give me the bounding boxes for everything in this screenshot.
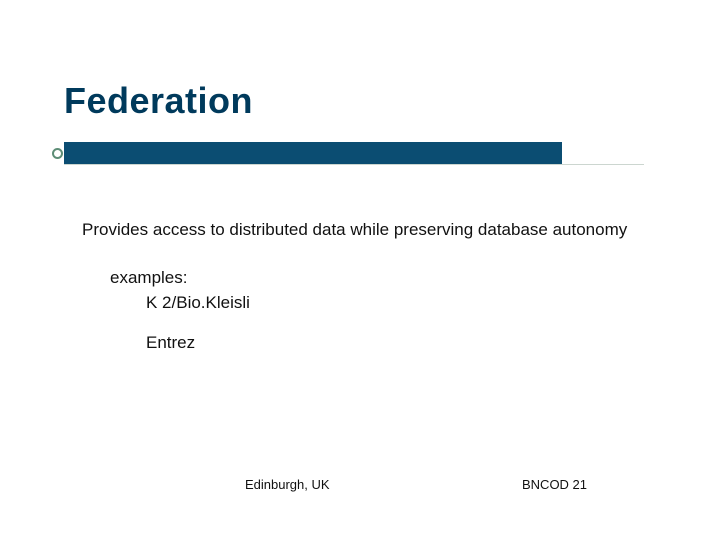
footer-left: Edinburgh, UK (245, 477, 330, 492)
footer-right: BNCOD 21 (522, 477, 587, 492)
slide: Federation Provides access to distribute… (0, 0, 720, 540)
title-underline-thin (64, 164, 644, 165)
examples-label: examples: (110, 268, 187, 288)
bullet-ring-icon (52, 148, 63, 159)
page-title: Federation (64, 80, 253, 122)
example-item-1: K 2/Bio.Kleisli (146, 293, 250, 313)
body-text: Provides access to distributed data whil… (82, 220, 627, 240)
title-underline-bar (64, 142, 562, 164)
example-item-2: Entrez (146, 333, 195, 353)
